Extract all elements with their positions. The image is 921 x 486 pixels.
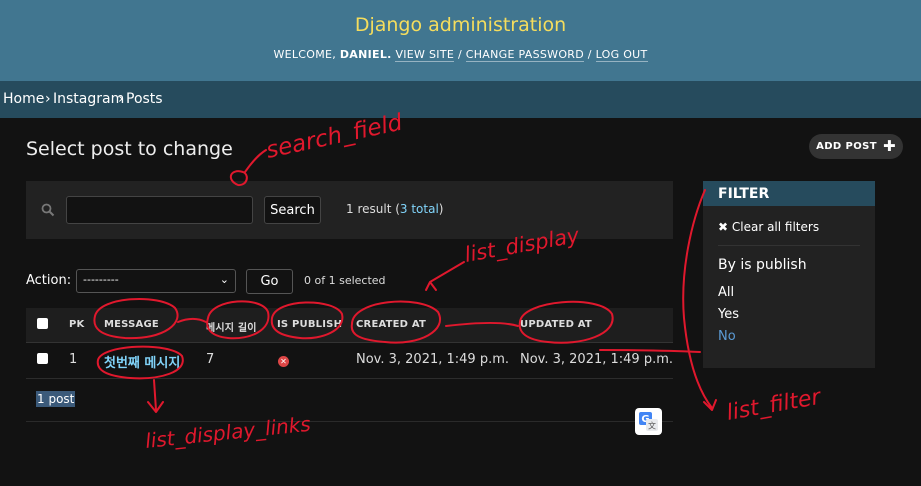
filter-option-no[interactable]: No [718,329,736,344]
cell-pk: 1 [69,352,78,367]
log-out-link[interactable]: LOG OUT [595,48,648,62]
svg-text:文: 文 [648,421,656,431]
total-link[interactable]: 3 total [400,202,439,216]
selected-count: 0 of 1 selected [304,274,386,287]
table-header: PK MESSAGE 메시지 길이 IS PUBLISH CREATED AT … [26,308,673,343]
search-input[interactable] [66,196,253,224]
column-message[interactable]: MESSAGE [104,319,159,330]
divider [26,421,673,422]
cell-length: 7 [206,352,215,367]
search-icon [41,203,55,217]
breadcrumb: Home › Instagram › Posts [0,81,921,118]
page-title: Select post to change [26,138,233,160]
view-site-link[interactable]: VIEW SITE [395,48,455,62]
column-pk[interactable]: PK [69,319,84,330]
breadcrumb-posts: Posts [126,91,163,107]
divider [718,245,860,246]
filter-title: FILTER [703,181,875,206]
message-link[interactable]: 첫번째 메시지 [104,352,180,371]
search-toolbar: Search 1 result (3 total) [26,181,673,239]
search-button[interactable]: Search [264,196,321,224]
clear-filters-link[interactable]: ✖ Clear all filters [718,220,819,234]
column-length[interactable]: 메시지 길이 [206,319,257,334]
cell-created-at: Nov. 3, 2021, 1:49 p.m. [356,352,510,367]
user-tools: WELCOME, DANIEL. VIEW SITE / CHANGE PASS… [273,48,648,62]
select-all-checkbox[interactable] [37,318,48,329]
column-updated-at[interactable]: UPDATED AT [520,319,592,330]
action-select[interactable]: --------- ⌄ [76,269,236,293]
add-post-button[interactable]: ADD POST ✚ [809,134,903,159]
filter-subtitle: By is publish [718,257,807,273]
plus-icon: ✚ [882,137,896,155]
site-title[interactable]: Django administration [0,14,921,36]
column-created-at[interactable]: CREATED AT [356,319,426,330]
breadcrumb-home[interactable]: Home [3,91,44,107]
table-row: 1 첫번째 메시지 7 ✕ Nov. 3, 2021, 1:49 p.m. No… [26,342,673,379]
cell-updated-at: Nov. 3, 2021, 1:49 p.m. [520,352,674,367]
icon-no: ✕ [278,356,289,367]
site-header: Django administration WELCOME, DANIEL. V… [0,0,921,81]
annotation-label-links: list_display_links [144,412,312,453]
change-password-link[interactable]: CHANGE PASSWORD [465,48,584,62]
welcome-text: WELCOME, [273,48,337,61]
chevron-down-icon: ⌄ [219,273,229,286]
annotation-arrow-search [244,149,267,173]
user-name: DANIEL [339,48,388,61]
breadcrumb-instagram[interactable]: Instagram [53,91,124,107]
annotation-label-filter: list_filter [725,384,825,425]
translate-icon[interactable]: G 文 [635,408,662,435]
filter-option-all[interactable]: All [718,285,734,300]
column-is-publish[interactable]: IS PUBLISH [277,319,342,330]
annotation-arrow-link [147,379,164,413]
action-label: Action: [26,273,72,288]
row-checkbox[interactable] [37,353,48,364]
paginator: 1 post [36,391,76,407]
go-button[interactable]: Go [246,269,293,294]
result-count: 1 result (3 total) [346,202,444,216]
annotation-arrow-display [425,261,465,291]
filter-panel: FILTER ✖ Clear all filters By is publish… [703,181,875,368]
filter-option-yes[interactable]: Yes [718,307,739,322]
